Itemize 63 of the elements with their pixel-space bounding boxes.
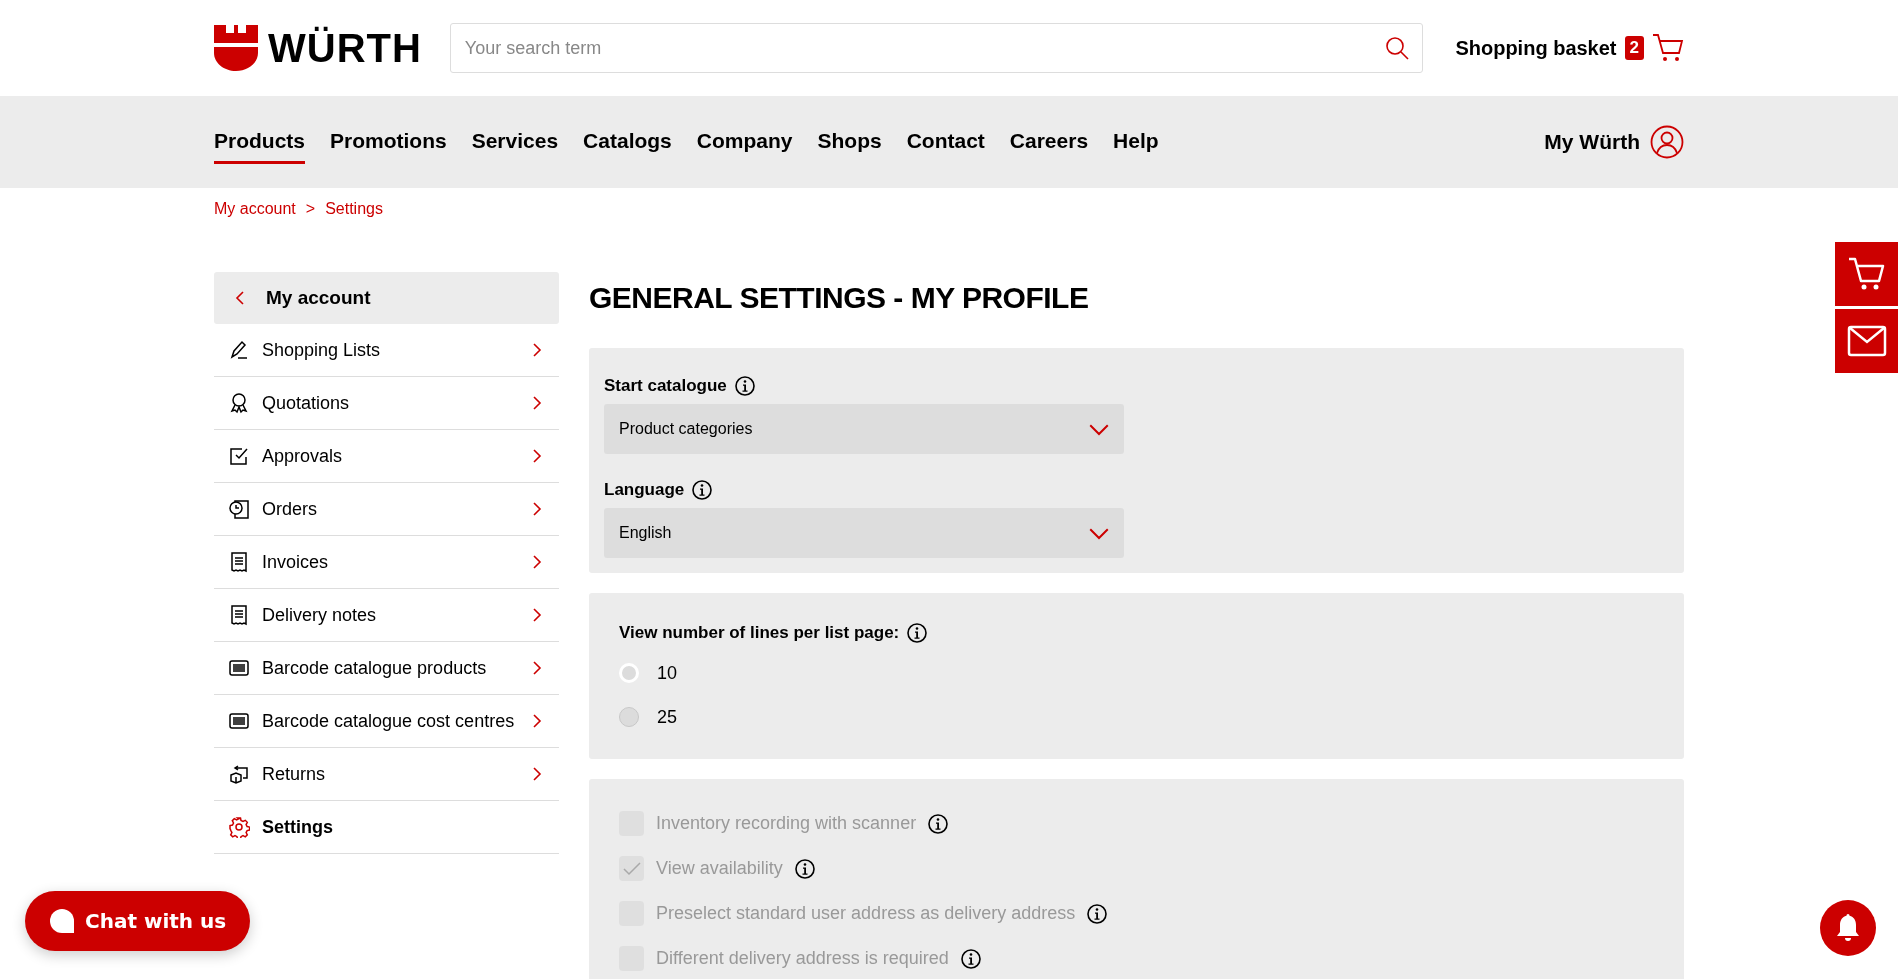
radio-icon[interactable] bbox=[619, 707, 639, 727]
basket-label[interactable]: Shopping basket bbox=[1455, 36, 1617, 60]
radio-option[interactable]: 10 bbox=[619, 651, 1654, 695]
checkbox-label: View availability bbox=[656, 858, 783, 879]
notification-button[interactable] bbox=[1820, 900, 1876, 956]
breadcrumb-link[interactable]: My account bbox=[214, 200, 296, 218]
receipt-icon bbox=[228, 551, 250, 573]
sidebar-item[interactable]: Approvals bbox=[214, 430, 559, 483]
logo-text: WÜRTH bbox=[268, 25, 422, 71]
user-icon[interactable] bbox=[1650, 125, 1684, 159]
chat-button[interactable]: Chat with us bbox=[25, 891, 251, 951]
clock-document-icon bbox=[228, 498, 250, 520]
nav-tab[interactable]: Help bbox=[1113, 120, 1159, 164]
account-link[interactable]: My Würth bbox=[1544, 130, 1640, 154]
info-icon[interactable] bbox=[692, 480, 713, 500]
logo-icon bbox=[214, 25, 258, 71]
sidebar-back-link[interactable]: My account bbox=[214, 272, 559, 324]
sidebar-item[interactable]: Returns bbox=[214, 748, 559, 801]
receipt-icon bbox=[228, 604, 250, 626]
dropdown[interactable]: English bbox=[604, 508, 1124, 558]
sidebar-item[interactable]: Orders bbox=[214, 483, 559, 536]
checkbox-label: Different delivery address is required bbox=[656, 948, 949, 969]
sidebar-item[interactable]: Settings bbox=[214, 801, 559, 854]
dropdown[interactable]: Product categories bbox=[604, 404, 1124, 454]
sidebar-item[interactable]: Shopping Lists bbox=[214, 324, 559, 377]
basket-count-badge: 2 bbox=[1624, 36, 1644, 60]
sidebar-item[interactable]: Barcode catalogue cost centres bbox=[214, 695, 559, 748]
nav-tab[interactable]: Services bbox=[471, 120, 559, 164]
nav-tab[interactable]: Catalogs bbox=[583, 120, 672, 164]
checkbox-label: Preselect standard user address as delivery address bbox=[656, 903, 1076, 924]
info-icon[interactable] bbox=[907, 623, 928, 643]
breadcrumb-link[interactable]: Settings bbox=[325, 200, 383, 218]
chat-bubble-icon bbox=[49, 908, 75, 934]
radio-option[interactable]: 25 bbox=[619, 695, 1654, 739]
breadcrumb-separator: > bbox=[305, 200, 316, 218]
sidebar-item[interactable]: Delivery notes bbox=[214, 589, 559, 642]
checkbox-label: Inventory recording with scanner bbox=[656, 813, 917, 834]
nav-tab[interactable]: Careers bbox=[1009, 120, 1089, 164]
nav-tab[interactable]: Products bbox=[214, 120, 305, 164]
pencil-icon bbox=[228, 339, 250, 361]
page-title: GENERAL SETTINGS - MY PROFILE bbox=[589, 280, 1090, 316]
ribbon-icon bbox=[228, 392, 250, 414]
field-label: View number of lines per list page: bbox=[619, 623, 900, 643]
mail-button[interactable] bbox=[1835, 309, 1898, 373]
cart-button[interactable] bbox=[1835, 242, 1898, 306]
sidebar-item[interactable]: Invoices bbox=[214, 536, 559, 589]
gear-icon bbox=[228, 816, 250, 838]
search-field[interactable]: Your search term bbox=[449, 23, 1424, 73]
sidebar-item[interactable]: Barcode catalogue products bbox=[214, 642, 559, 695]
cart-icon[interactable] bbox=[1652, 33, 1684, 63]
mail-icon bbox=[1846, 325, 1887, 357]
nav-tab[interactable]: Company bbox=[696, 120, 793, 164]
nav-tab[interactable]: Promotions bbox=[330, 120, 447, 164]
nav-tab[interactable]: Contact bbox=[906, 120, 985, 164]
info-icon[interactable] bbox=[734, 376, 755, 396]
field-label: Start catalogue bbox=[604, 376, 727, 396]
cart-icon bbox=[1846, 256, 1887, 292]
sidebar-item[interactable]: Quotations bbox=[214, 377, 559, 430]
field-label: Language bbox=[604, 480, 685, 500]
checkbox-icon bbox=[228, 445, 250, 467]
box-arrow-icon bbox=[228, 763, 250, 785]
search-icon[interactable] bbox=[1385, 36, 1410, 60]
nav-tab[interactable]: Shops bbox=[817, 120, 882, 164]
